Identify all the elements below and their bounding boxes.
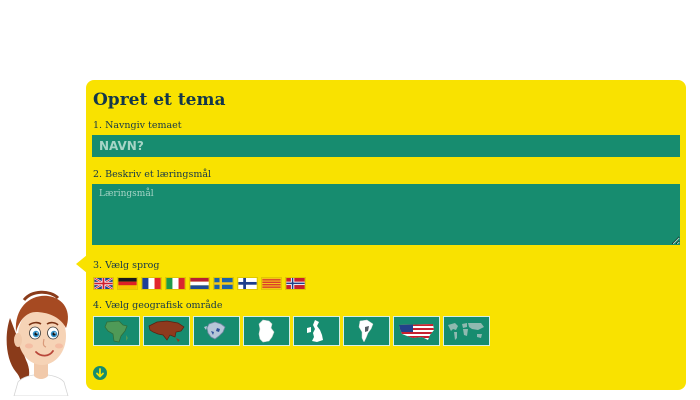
south-america-map-icon[interactable] [343, 316, 390, 346]
italy-flag-icon[interactable] [165, 277, 186, 290]
norway-flag-icon[interactable] [285, 277, 306, 290]
theme-creator: Opret et tema 1. Navngiv temaet 2. Beskr… [0, 0, 700, 400]
asia-map-icon[interactable] [143, 316, 190, 346]
region-tiles [93, 316, 490, 346]
sweden-flag-icon[interactable] [213, 277, 234, 290]
page-title: Opret et tema [93, 90, 226, 110]
world-map-icon[interactable] [443, 316, 490, 346]
germany-map-icon[interactable] [243, 316, 290, 346]
africa-map-icon[interactable] [93, 316, 140, 346]
catalonia-flag-icon[interactable] [261, 277, 282, 290]
step2-label: 2. Beskriv et læringsmål [93, 169, 212, 180]
finland-flag-icon[interactable] [237, 277, 258, 290]
step3-label: 3. Vælg sprog [93, 260, 160, 271]
great-britain-map-icon[interactable] [293, 316, 340, 346]
europe-map-icon[interactable] [193, 316, 240, 346]
language-flags [93, 277, 306, 290]
france-flag-icon[interactable] [141, 277, 162, 290]
avatar [6, 290, 69, 396]
theme-name-input[interactable] [92, 135, 680, 157]
next-step-button[interactable] [93, 366, 107, 380]
uk-flag-icon[interactable] [93, 277, 114, 290]
arrow-down-icon [96, 368, 104, 378]
netherlands-flag-icon[interactable] [189, 277, 210, 290]
germany-flag-icon[interactable] [117, 277, 138, 290]
step4-label: 4. Vælg geografisk område [93, 300, 223, 311]
step1-label: 1. Navngiv temaet [93, 120, 182, 131]
learning-goal-input[interactable] [92, 184, 680, 245]
usa-map-icon[interactable] [393, 316, 440, 346]
create-theme-panel: Opret et tema 1. Navngiv temaet 2. Beskr… [86, 80, 686, 390]
